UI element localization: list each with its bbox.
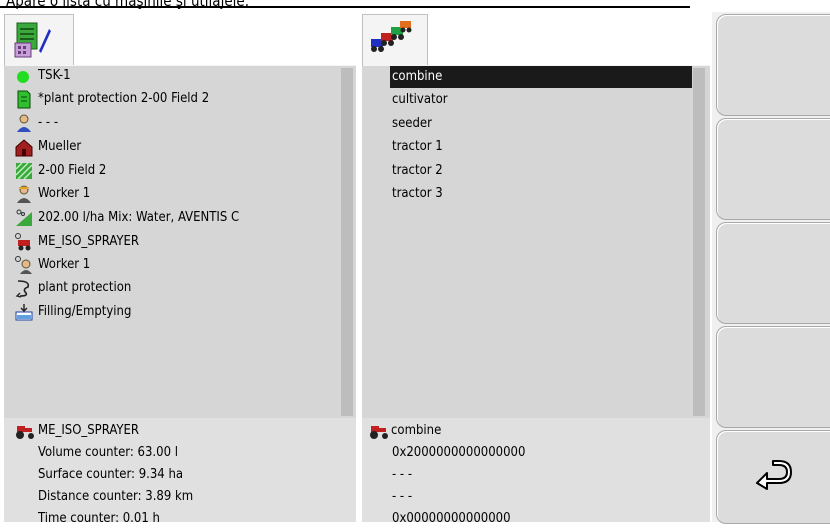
task-item-operation[interactable]: plant protection — [14, 277, 131, 299]
task-item-label: Filling/Emptying — [38, 304, 132, 319]
softkey-1[interactable] — [716, 14, 830, 116]
task-item-label: Mueller — [38, 139, 82, 154]
task-item-label: - - - — [38, 115, 59, 130]
green-dot-icon — [14, 66, 34, 86]
task-item-label: TSK-1 — [38, 68, 71, 83]
machine-icon — [14, 232, 34, 252]
filling-icon — [14, 302, 34, 322]
details-title: combine — [391, 423, 442, 438]
task-item-label: ME_ISO_SPRAYER — [38, 234, 139, 249]
task-item-label: 202.00 l/ha Mix: Water, AVENTIS C — [38, 210, 240, 225]
machine-item[interactable]: tractor 3 — [392, 183, 692, 205]
task-item-product[interactable]: 202.00 l/ha Mix: Water, AVENTIS C — [14, 207, 239, 229]
details-line: 0x2000000000000000 — [392, 445, 526, 460]
counters-title: ME_ISO_SPRAYER — [38, 423, 139, 438]
field-icon — [14, 161, 34, 181]
caption-underline — [0, 6, 690, 8]
task-item-id[interactable]: TSK-1 — [14, 65, 71, 87]
tab-machines[interactable] — [362, 14, 428, 67]
task-item-filling[interactable]: Filling/Emptying — [14, 301, 131, 323]
details-line: - - - — [392, 467, 413, 482]
tractor-icon — [370, 426, 388, 439]
task-item-worker[interactable]: Worker 1 — [14, 183, 90, 205]
tractor-icon — [16, 426, 34, 439]
softkey-bar — [712, 12, 830, 524]
customer-icon — [14, 113, 34, 133]
task-item-label: Worker 1 — [38, 186, 91, 201]
softkey-2[interactable] — [716, 118, 830, 220]
worker-icon — [14, 184, 34, 204]
task-item-document[interactable]: *plant protection 2-00 Field 2 — [14, 88, 209, 110]
softkey-back[interactable] — [716, 430, 830, 524]
machine-item[interactable]: cultivator — [392, 89, 692, 111]
distance-counter: Distance counter: 3.89 km — [38, 489, 194, 504]
surface-counter: Surface counter: 9.34 ha — [38, 467, 184, 482]
document-icon — [14, 89, 34, 109]
return-arrow-icon — [756, 460, 792, 490]
details-line: - - - — [392, 489, 413, 504]
machine-item[interactable]: tractor 2 — [392, 160, 692, 182]
softkey-3[interactable] — [716, 222, 830, 324]
task-item-farm[interactable]: Mueller — [14, 136, 81, 158]
task-item-label: 2-00 Field 2 — [38, 163, 107, 178]
tab-task-data[interactable] — [4, 14, 74, 67]
machine-item[interactable]: tractor 1 — [392, 136, 692, 158]
operation-icon — [14, 278, 34, 298]
task-item-worker-assignment[interactable]: Worker 1 — [14, 254, 90, 276]
time-counter: Time counter: 0.01 h — [38, 511, 160, 526]
task-item-label: Worker 1 — [38, 257, 91, 272]
task-item-machine[interactable]: ME_ISO_SPRAYER — [14, 231, 139, 253]
task-item-label: plant protection — [38, 280, 132, 295]
machines-icon — [371, 21, 412, 52]
task-item-field[interactable]: 2-00 Field 2 — [14, 160, 106, 182]
task-data-icon — [14, 22, 51, 58]
task-item-customer[interactable]: - - - — [14, 112, 58, 134]
details-line: 0x00000000000000 — [392, 511, 511, 526]
farm-icon — [14, 137, 34, 157]
task-list-scrollbar[interactable] — [341, 68, 353, 416]
task-item-label: *plant protection 2-00 Field 2 — [38, 91, 210, 106]
softkey-4[interactable] — [716, 326, 830, 428]
volume-counter: Volume counter: 63.00 l — [38, 445, 178, 460]
machine-item-selected[interactable]: combine — [390, 66, 692, 88]
product-icon — [14, 208, 34, 228]
machine-list-scrollbar[interactable] — [693, 68, 705, 416]
machine-item[interactable]: seeder — [392, 113, 692, 135]
worker-assign-icon — [14, 255, 34, 275]
